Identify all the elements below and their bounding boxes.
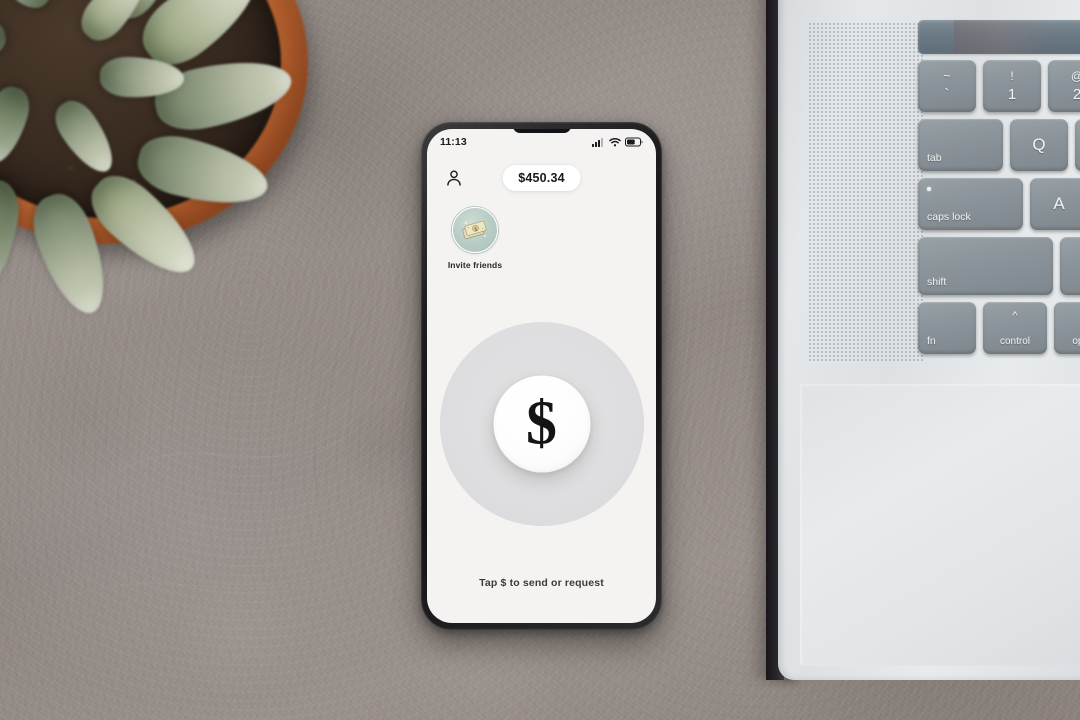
keyboard-row: tab Q W — [918, 119, 1080, 171]
key-q[interactable]: Q — [1010, 119, 1068, 171]
key-legend-secondary: ⌥ — [1054, 310, 1080, 323]
wifi-icon — [609, 138, 621, 147]
invite-friends-label: Invite friends — [447, 260, 503, 270]
touch-bar[interactable] — [918, 20, 1080, 54]
hint-text: Tap $ to send or request — [479, 577, 604, 589]
earpiece-notch — [512, 129, 571, 133]
person-icon[interactable] — [443, 167, 465, 189]
key-legend-secondary: ! — [1010, 69, 1014, 83]
smartphone: 11:13 $450.34 $ Invite friends $ Tap $ t… — [421, 122, 662, 630]
key-fn[interactable]: fn — [918, 302, 976, 354]
key-option[interactable]: ⌥ option — [1054, 302, 1080, 354]
keyboard-row: fn ^ control ⌥ option — [918, 302, 1080, 354]
trackpad[interactable] — [800, 384, 1080, 666]
key-two[interactable]: @2 — [1048, 60, 1080, 112]
invite-friends-tile[interactable]: $ Invite friends — [441, 207, 509, 270]
key-control[interactable]: ^ control — [983, 302, 1047, 354]
keyboard-row: ~`!1@2 — [918, 60, 1080, 112]
keyboard[interactable]: ~`!1@2tabQWcaps lockASshiftZfn^control⌥o… — [918, 60, 1080, 361]
speaker-grille — [808, 22, 923, 362]
key-legend-primary: tab — [927, 152, 942, 164]
key-legend-primary: Z — [1060, 253, 1080, 273]
caps-lock-indicator-icon — [927, 187, 931, 191]
scene-desk-overhead: ~`!1@2tabQWcaps lockASshiftZfn^control⌥o… — [0, 0, 1080, 720]
status-bar-icons — [592, 137, 643, 147]
keyboard-row: caps lockAS — [918, 178, 1080, 230]
key-legend-primary: option — [1072, 336, 1080, 347]
key-caps-lock[interactable]: caps lock — [918, 178, 1023, 230]
balance-pill[interactable]: $450.34 — [502, 165, 581, 191]
key-legend-primary: Q — [1032, 135, 1046, 154]
key-one[interactable]: ! 1 — [983, 60, 1041, 112]
laptop-body: ~`!1@2tabQWcaps lockASshiftZfn^control⌥o… — [778, 0, 1080, 680]
key-legend-secondary: @ — [1048, 69, 1080, 83]
key-legend-primary: caps lock — [927, 211, 971, 223]
cash-bills-icon[interactable]: $ — [452, 207, 498, 253]
succulent-plant — [0, 0, 324, 323]
key-legend-primary: 2 — [1072, 86, 1080, 103]
key-legend-primary: ` — [944, 86, 950, 103]
key-tilde[interactable]: ~ ` — [918, 60, 976, 112]
dollar-sign-icon: $ — [526, 389, 557, 457]
keyboard-row: shift Z — [918, 237, 1080, 295]
action-ring: $ — [439, 322, 644, 526]
app-header: $450.34 — [427, 161, 656, 195]
phone-screen[interactable]: 11:13 $450.34 $ Invite friends $ Tap $ t… — [427, 129, 656, 623]
key-legend-primary: A — [1053, 194, 1065, 213]
key-legend-secondary: ^ — [1012, 310, 1018, 322]
key-z[interactable]: Z — [1060, 237, 1080, 295]
status-bar-clock: 11:13 — [440, 136, 467, 148]
key-legend-primary: 1 — [1007, 86, 1017, 103]
key-tab[interactable]: tab — [918, 119, 1003, 171]
key-shift[interactable]: shift — [918, 237, 1053, 295]
battery-icon — [625, 137, 643, 147]
key-legend-primary: control — [999, 336, 1030, 347]
dollar-sign-button[interactable]: $ — [493, 375, 590, 473]
key-legend-primary: W — [1075, 135, 1080, 155]
laptop: ~`!1@2tabQWcaps lockASshiftZfn^control⌥o… — [750, 0, 1080, 680]
key-w[interactable]: W — [1075, 119, 1080, 171]
key-legend-primary: fn — [927, 335, 936, 347]
key-legend-primary: shift — [927, 276, 947, 288]
cellular-signal-icon — [592, 138, 603, 147]
key-a[interactable]: A — [1030, 178, 1080, 230]
key-legend-secondary: ~ — [943, 69, 951, 83]
